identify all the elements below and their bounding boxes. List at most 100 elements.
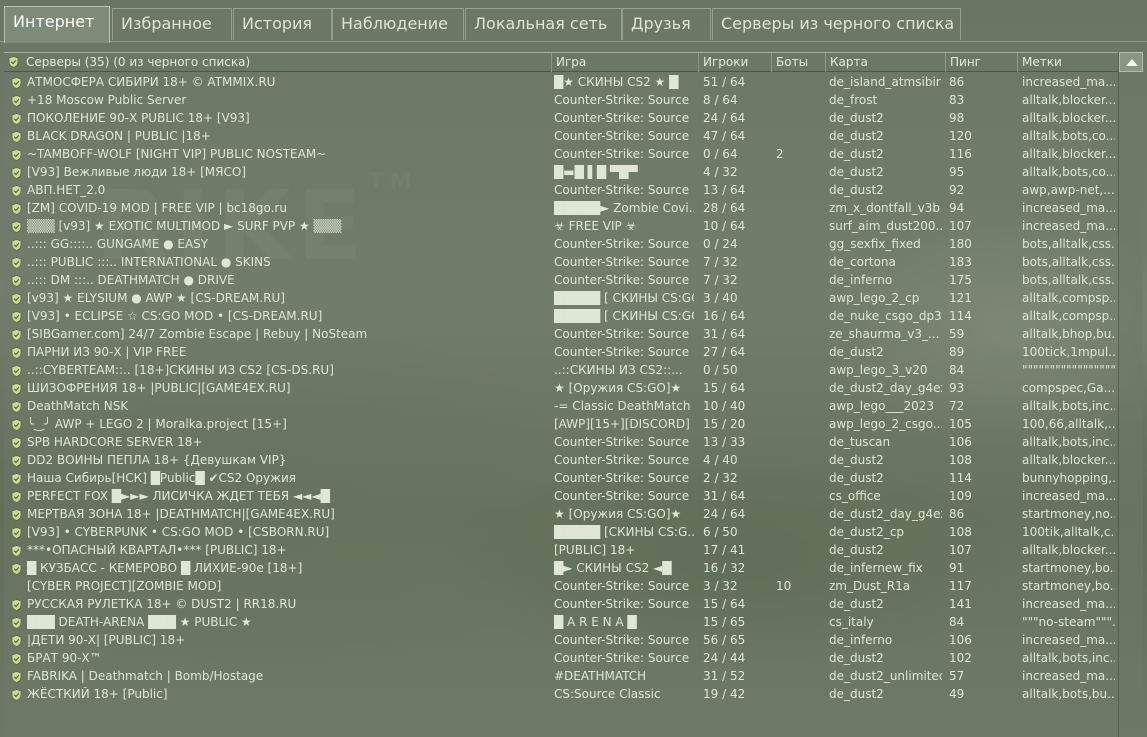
scroll-up-arrow-icon[interactable] <box>1119 52 1143 72</box>
server-players: 6 / 50 <box>703 525 738 539</box>
tab-history[interactable]: История <box>233 8 332 40</box>
secure-shield-icon <box>11 635 22 647</box>
column-header-tags[interactable]: Метки <box>1017 53 1118 72</box>
server-row[interactable]: ..::: PUBLIC :::.. INTERNATIONAL ● SKINS… <box>4 253 1117 271</box>
server-row[interactable]: █ КУЗБАСС - КЕМЕРОВО █ ЛИХИЕ-90е [18+] █►… <box>4 559 1117 577</box>
server-row[interactable]: FABRIKA | Deathmatch | Bomb/Hostage #DEAT… <box>4 667 1117 685</box>
server-game: Counter-Strike: Source <box>554 237 690 251</box>
server-game: █► СКИНЫ CS2 ◄█ <box>554 561 672 575</box>
server-row[interactable]: BLACK DRAGON | PUBLIC |18+ Counter-Strike… <box>4 127 1117 145</box>
secure-shield-icon <box>11 329 22 341</box>
server-ping: 114 <box>949 309 972 323</box>
server-row[interactable]: АВП.НЕТ_2.0 Counter-Strike: Source 13 / 64… <box>4 181 1117 199</box>
secure-shield-icon <box>11 383 22 395</box>
secure-shield-icon <box>11 401 22 413</box>
server-map: de_dust2 <box>829 471 884 485</box>
server-bots <box>776 165 821 181</box>
secure-shield-icon <box>11 275 22 287</box>
server-row[interactable]: [v93] ★ ELYSIUM ● AWP ★ [CS-DREAM.RU] ███… <box>4 289 1117 307</box>
secure-shield-icon <box>11 527 22 539</box>
server-row[interactable]: [V93] • ECLIPSE ☆ CS:GO MOD • [CS-DREAM.… <box>4 307 1117 325</box>
server-name: BLACK DRAGON | PUBLIC |18+ <box>27 129 211 143</box>
server-row[interactable]: +18 Moscow Public Server Counter-Strike: … <box>4 91 1117 109</box>
server-row[interactable]: ..::: GG::::.. GUNGAME ● EASY Counter-Str… <box>4 235 1117 253</box>
server-row[interactable]: АТМОСФЕРА СИБИРИ 18+ © ATMMIX.RU █★ СКИНЫ… <box>4 73 1117 91</box>
column-header-game[interactable]: Игра <box>551 53 698 72</box>
server-game: Counter-Strike: Source <box>554 489 690 503</box>
tab-bar: Интернет Избранное История Наблюдение Ло… <box>0 0 1147 43</box>
server-row[interactable]: РУССКАЯ РУЛЕТКА 18+ © DUST2 | RR18.RU Cou… <box>4 595 1117 613</box>
server-bots <box>776 507 821 523</box>
server-bots <box>776 255 821 271</box>
server-game: Counter-Strike: Source <box>554 345 690 359</box>
server-row[interactable]: DD2 ВОИНЫ ПЕПЛА 18+ {Девушкам VIP} Counte… <box>4 451 1117 469</box>
server-tags: startmoney,bo... <box>1022 579 1115 593</box>
scrollbar[interactable] <box>1118 52 1143 737</box>
server-ping: 106 <box>949 633 972 647</box>
server-name: Наша Сибирь[НСК] █Public█ ✔CS2 Оружия <box>27 471 296 485</box>
server-row[interactable]: МЕРТВАЯ ЗОНА 18+ |DEATHMATCH|[GAME4EX.RU… <box>4 505 1117 523</box>
server-row[interactable]: ПОКОЛЕНИЕ 90-Х PUBLIC 18+ [V93] Counter-S… <box>4 109 1117 127</box>
server-tags: 100,66,alltalk,... <box>1022 417 1115 431</box>
tab-blacklisted-servers[interactable]: Серверы из черного списка <box>712 8 961 40</box>
server-ping: 98 <box>949 111 965 125</box>
server-row[interactable]: [V93] Вежливые люди 18+ [МЯСО] █▬█ ▌█ ▀█▀… <box>4 163 1117 181</box>
column-header-ping[interactable]: Пинг <box>945 53 1017 72</box>
server-name: █ КУЗБАСС - КЕМЕРОВО █ ЛИХИЕ-90е [18+] <box>27 561 303 575</box>
server-row[interactable]: ~TAMBOFF-WOLF [NIGHT VIP] PUBLIC NOSTEAM… <box>4 145 1117 163</box>
tab-lan[interactable]: Локальная сеть <box>465 8 622 40</box>
column-header-servers[interactable]: Серверы (35) (0 из черного списка) <box>22 53 551 72</box>
tab-favorites[interactable]: Избранное <box>112 8 232 40</box>
server-row[interactable]: [CYBER PROJECT][ZOMBIE MOD] Counter-Strik… <box>4 577 1117 595</box>
server-bots <box>776 111 821 127</box>
column-header-bots[interactable]: Боты <box>771 53 825 72</box>
server-players: 4 / 32 <box>703 165 738 179</box>
secure-shield-icon <box>11 113 22 125</box>
server-row[interactable]: [ZM] COVID-19 MOD | FREE VIP | bc18go.ru… <box>4 199 1117 217</box>
secure-shield-icon <box>11 77 22 89</box>
server-tags: 100tick,1mpul... <box>1022 345 1115 359</box>
server-row[interactable]: PERFECT FOX █►►► ЛИСИЧКА ЖДЕТ ТЕБЯ ◄◄◄█ C… <box>4 487 1117 505</box>
server-row[interactable]: ***•ОПАСНЫЙ КВАРТАЛ•*** [PUBLIC] 18+ [PUB… <box>4 541 1117 559</box>
server-name: DD2 ВОИНЫ ПЕПЛА 18+ {Девушкам VIP} <box>27 453 287 467</box>
server-ping: 72 <box>949 399 965 413</box>
server-bots <box>776 345 821 361</box>
server-bots <box>776 525 821 541</box>
server-row[interactable]: БРАТ 90-Х™ Counter-Strike: Source 24 / 44 d… <box>4 649 1117 667</box>
server-row[interactable]: ЖЁСТКИЙ 18+ [Public] CS:Source Classic 19 … <box>4 685 1117 703</box>
server-ping: 108 <box>949 525 972 539</box>
server-ping: 180 <box>949 237 972 251</box>
server-row[interactable]: ПАРНИ ИЗ 90-Х | VIP FREE Counter-Strike: … <box>4 343 1117 361</box>
server-row[interactable]: [SIBGamer.com] 24/7 Zombie Escape | Rebu… <box>4 325 1117 343</box>
server-tags: """no-steam""". <box>1022 615 1115 629</box>
server-row[interactable]: [V93] • CYBERPUNK • CS:GO MOD • [CSBORN.… <box>4 523 1117 541</box>
server-map: de_tuscan <box>829 435 891 449</box>
server-row[interactable]: ШИЗОФРЕНИЯ 18+ |PUBLIC|[GAME4EX.RU] ★ [Ор… <box>4 379 1117 397</box>
server-row[interactable]: DeathMatch NSK -= Classic DeathMatch ... 1… <box>4 397 1117 415</box>
server-bots <box>776 687 821 703</box>
server-row[interactable]: ▒▒▒ [v93] ★ EXOTIC MULTIMOD ► SURF PVP ★… <box>4 217 1117 235</box>
server-bots <box>776 237 821 253</box>
server-players: 7 / 32 <box>703 273 738 287</box>
server-players: 17 / 41 <box>703 543 746 557</box>
server-row[interactable]: Наша Сибирь[НСК] █Public█ ✔CS2 Оружия Cou… <box>4 469 1117 487</box>
server-game: ★ [Оружия CS:GO]★ <box>554 381 682 395</box>
server-row[interactable]: ..::: DM :::.. DEATHMATCH ● DRIVE Counter… <box>4 271 1117 289</box>
server-row[interactable]: |ДЕТИ 90-Х| [PUBLIC] 18+ Counter-Strike: … <box>4 631 1117 649</box>
server-row[interactable]: ███ DEATH-ARENA ███ ★ PUBLIC ★ █ A R E N … <box>4 613 1117 631</box>
server-game: CS:Source Classic <box>554 687 661 701</box>
server-bots: 10 <box>776 579 792 593</box>
tab-spectate[interactable]: Наблюдение <box>332 8 464 40</box>
secure-shield-icon <box>11 491 22 503</box>
tab-internet[interactable]: Интернет <box>4 6 110 43</box>
server-row[interactable]: SPB HARDCORE SERVER 18+ Counter-Strike: S… <box>4 433 1117 451</box>
server-players: 16 / 64 <box>703 309 746 323</box>
server-name: ..::: GG::::.. GUNGAME ● EASY <box>27 237 209 251</box>
server-row[interactable]: ╰‿╯ AWP + LEGO 2 | Moralka.project [15+]… <box>4 415 1117 433</box>
column-header-map[interactable]: Карта <box>825 53 945 72</box>
password-column-icon[interactable] <box>8 56 19 71</box>
server-row[interactable]: ..::CYBERTEAM::.. [18+]СКИНЫ ИЗ CS2 [CS-… <box>4 361 1117 379</box>
secure-shield-icon <box>11 653 22 665</box>
tab-friends[interactable]: Друзья <box>622 8 711 40</box>
column-header-players[interactable]: Игроки <box>698 53 771 72</box>
